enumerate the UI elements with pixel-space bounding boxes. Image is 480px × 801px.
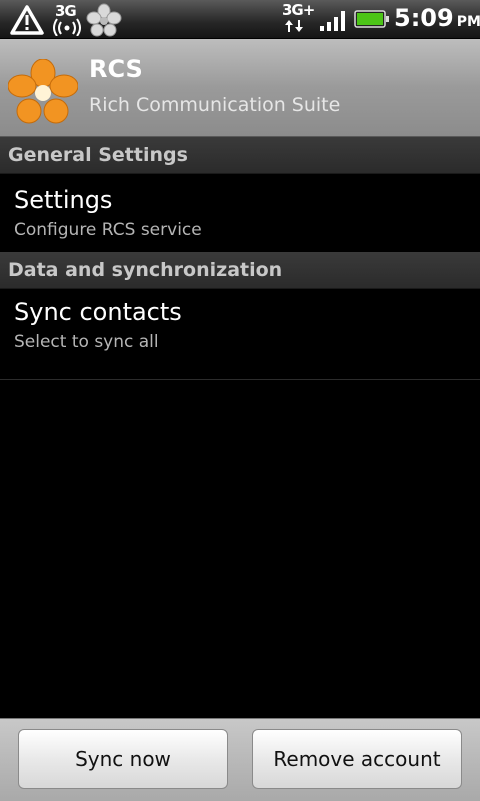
wifi-hotspot-icon [53, 18, 81, 36]
app-subtitle: Rich Communication Suite [89, 94, 341, 116]
remove-account-button[interactable]: Remove account [252, 729, 462, 789]
rcs-logo-icon [8, 59, 78, 124]
status-bar: 3G 3G+ 5:09 PM [0, 0, 480, 39]
clock-ampm: PM [456, 14, 480, 30]
network-3g-indicator: 3G [52, 2, 82, 36]
network-3gplus-indicator: 3G+ [282, 1, 316, 35]
app-header: RCS Rich Communication Suite [0, 39, 480, 137]
section-header-general-settings: General Settings [0, 137, 480, 174]
battery-fill [357, 13, 383, 25]
list-item-title: Settings [14, 186, 113, 214]
battery-icon [354, 10, 389, 28]
status-clock: 5:09 PM [394, 4, 480, 32]
sync-now-button[interactable]: Sync now [18, 729, 228, 789]
warning-icon [10, 5, 44, 35]
app-title: RCS [89, 55, 143, 83]
list-item-sync-contacts[interactable]: Sync contacts Select to sync all [0, 289, 480, 380]
bottom-button-bar: Sync now Remove account [0, 718, 480, 801]
signal-icon [320, 11, 345, 31]
list-item-summary: Select to sync all [14, 332, 159, 352]
list-item-summary: Configure RCS service [14, 220, 202, 240]
data-arrows-icon [285, 20, 303, 32]
section-label: General Settings [8, 144, 188, 166]
list-item-settings[interactable]: Settings Configure RCS service [0, 174, 480, 251]
list-item-title: Sync contacts [14, 298, 182, 326]
clock-time: 5:09 [394, 4, 454, 32]
network-type-plus-label: 3G+ [282, 1, 315, 19]
section-header-data-sync: Data and synchronization [0, 252, 480, 289]
flower-notification-icon [86, 3, 122, 37]
section-label: Data and synchronization [8, 259, 283, 281]
